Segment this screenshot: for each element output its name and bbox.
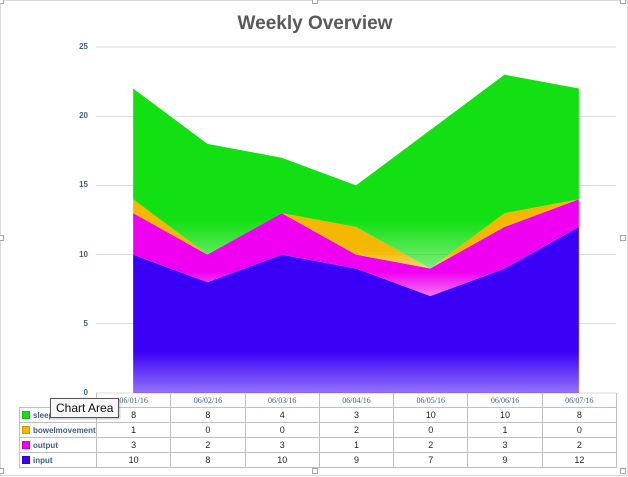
table-cell: 1 [467, 422, 543, 438]
series-legend-input[interactable]: input [19, 452, 97, 468]
table-cell: 2 [541, 437, 617, 453]
table-cell: 10 [244, 452, 320, 468]
legend-swatch [22, 441, 30, 450]
table-cell: 2 [393, 437, 469, 453]
table-row: input 10 8 10 9 7 9 12 [19, 452, 617, 468]
series-name: output [33, 440, 58, 450]
y-tick-label: 20 [79, 111, 88, 121]
table-cell: 2 [318, 422, 395, 438]
category-label: 06/06/16 [467, 393, 543, 408]
category-label: 06/07/16 [541, 393, 617, 408]
table-cell: 8 [541, 407, 617, 423]
table-cell: 1 [95, 422, 172, 438]
table-cell: 3 [95, 437, 172, 453]
series-legend-output[interactable]: output [19, 437, 97, 453]
category-label: 06/03/16 [244, 393, 320, 408]
table-cell: 3 [467, 437, 543, 453]
legend-swatch [22, 426, 30, 435]
table-cell: 9 [467, 452, 543, 468]
table-cell: 4 [244, 407, 320, 423]
table-cell: 10 [393, 407, 469, 423]
series-name: input [33, 455, 53, 465]
legend-swatch [22, 456, 30, 465]
table-cell: 3 [318, 407, 395, 423]
table-cell: 10 [95, 452, 172, 468]
series-name: bowelmovement [33, 425, 96, 435]
chart-area-tooltip: Chart Area [50, 398, 120, 418]
table-cell: 0 [244, 422, 320, 438]
table-cell: 8 [170, 452, 246, 468]
table-cell: 9 [318, 452, 395, 468]
legend-swatch [22, 411, 30, 420]
series-legend-bowelmovement[interactable]: bowelmovement [19, 422, 97, 438]
y-tick-label: 5 [83, 318, 88, 328]
table-row: bowelmovement 1 0 0 2 0 1 0 [19, 422, 617, 438]
table-cell: 7 [393, 452, 469, 468]
category-label: 06/04/16 [318, 393, 395, 408]
table-cell: 10 [467, 407, 543, 423]
table-cell: 0 [393, 422, 469, 438]
y-tick-label: 25 [79, 42, 88, 51]
table-cell: 2 [170, 437, 246, 453]
table-cell: 3 [244, 437, 320, 453]
table-cell: 0 [170, 422, 246, 438]
table-cell: 8 [170, 407, 246, 423]
category-label: 06/02/16 [170, 393, 246, 408]
y-tick-label: 10 [79, 249, 88, 259]
y-tick-label: 15 [79, 180, 88, 190]
category-label: 06/05/16 [393, 393, 469, 408]
table-cell: 12 [541, 452, 617, 468]
table-row: output 3 2 3 1 2 3 2 [19, 437, 617, 453]
table-cell: 1 [318, 437, 395, 453]
table-cell: 0 [541, 422, 617, 438]
